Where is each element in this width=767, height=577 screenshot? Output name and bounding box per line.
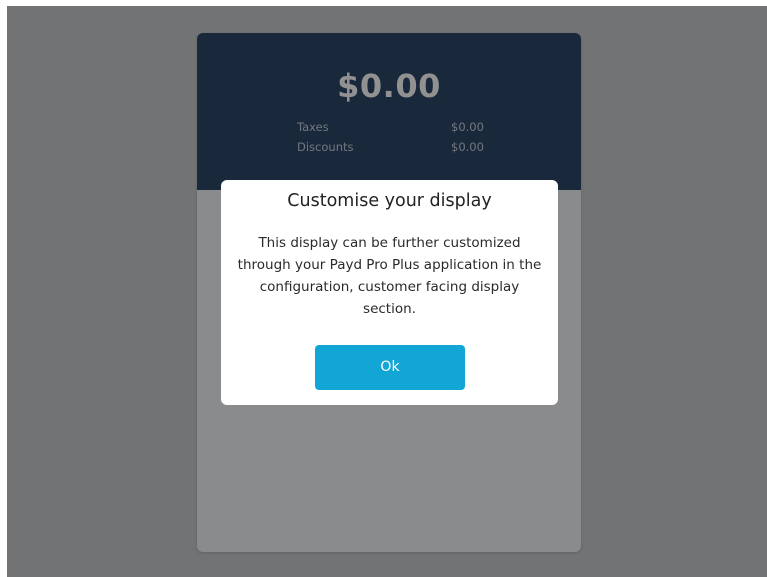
dialog-title: Customise your display [287, 191, 492, 211]
ok-button[interactable]: Ok [315, 345, 465, 390]
customise-display-dialog: Customise your display This display can … [221, 180, 558, 405]
dialog-message: This display can be further customized t… [237, 235, 542, 317]
customer-display-screen: $0.00 Taxes $0.00 Discounts $0.00 Custom… [7, 6, 767, 577]
